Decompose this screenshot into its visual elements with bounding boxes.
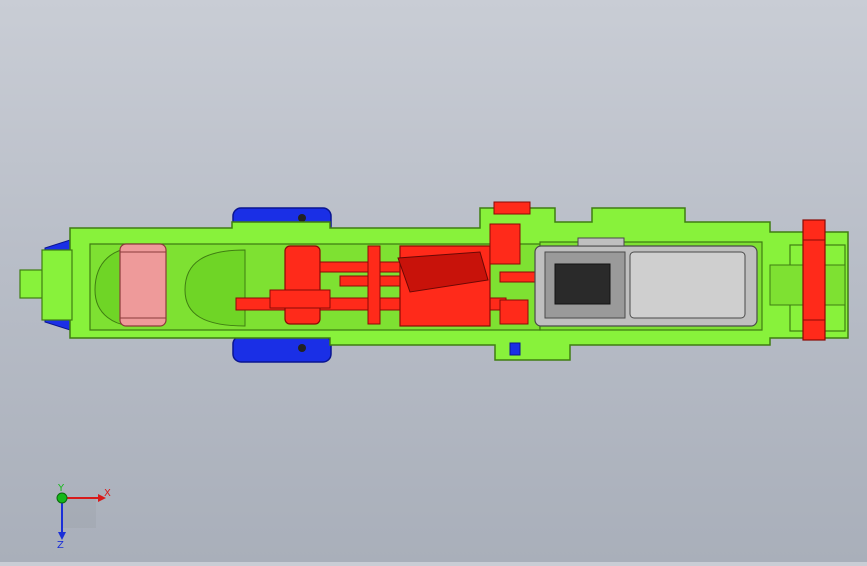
model-section-view[interactable] (0, 0, 867, 562)
z-axis-label: Z (57, 540, 64, 550)
gray-inner-cylinder[interactable] (534, 237, 758, 327)
cad-model-viewport[interactable] (0, 0, 867, 562)
pink-roller[interactable] (119, 243, 167, 327)
y-axis-dot-icon (56, 492, 68, 504)
y-axis-label: Y (57, 483, 65, 494)
axis-triad: X Y Z (40, 480, 120, 551)
z-axis-arrow-icon (58, 532, 66, 540)
small-blue-part[interactable] (509, 342, 521, 356)
x-axis-label: X (104, 488, 111, 499)
